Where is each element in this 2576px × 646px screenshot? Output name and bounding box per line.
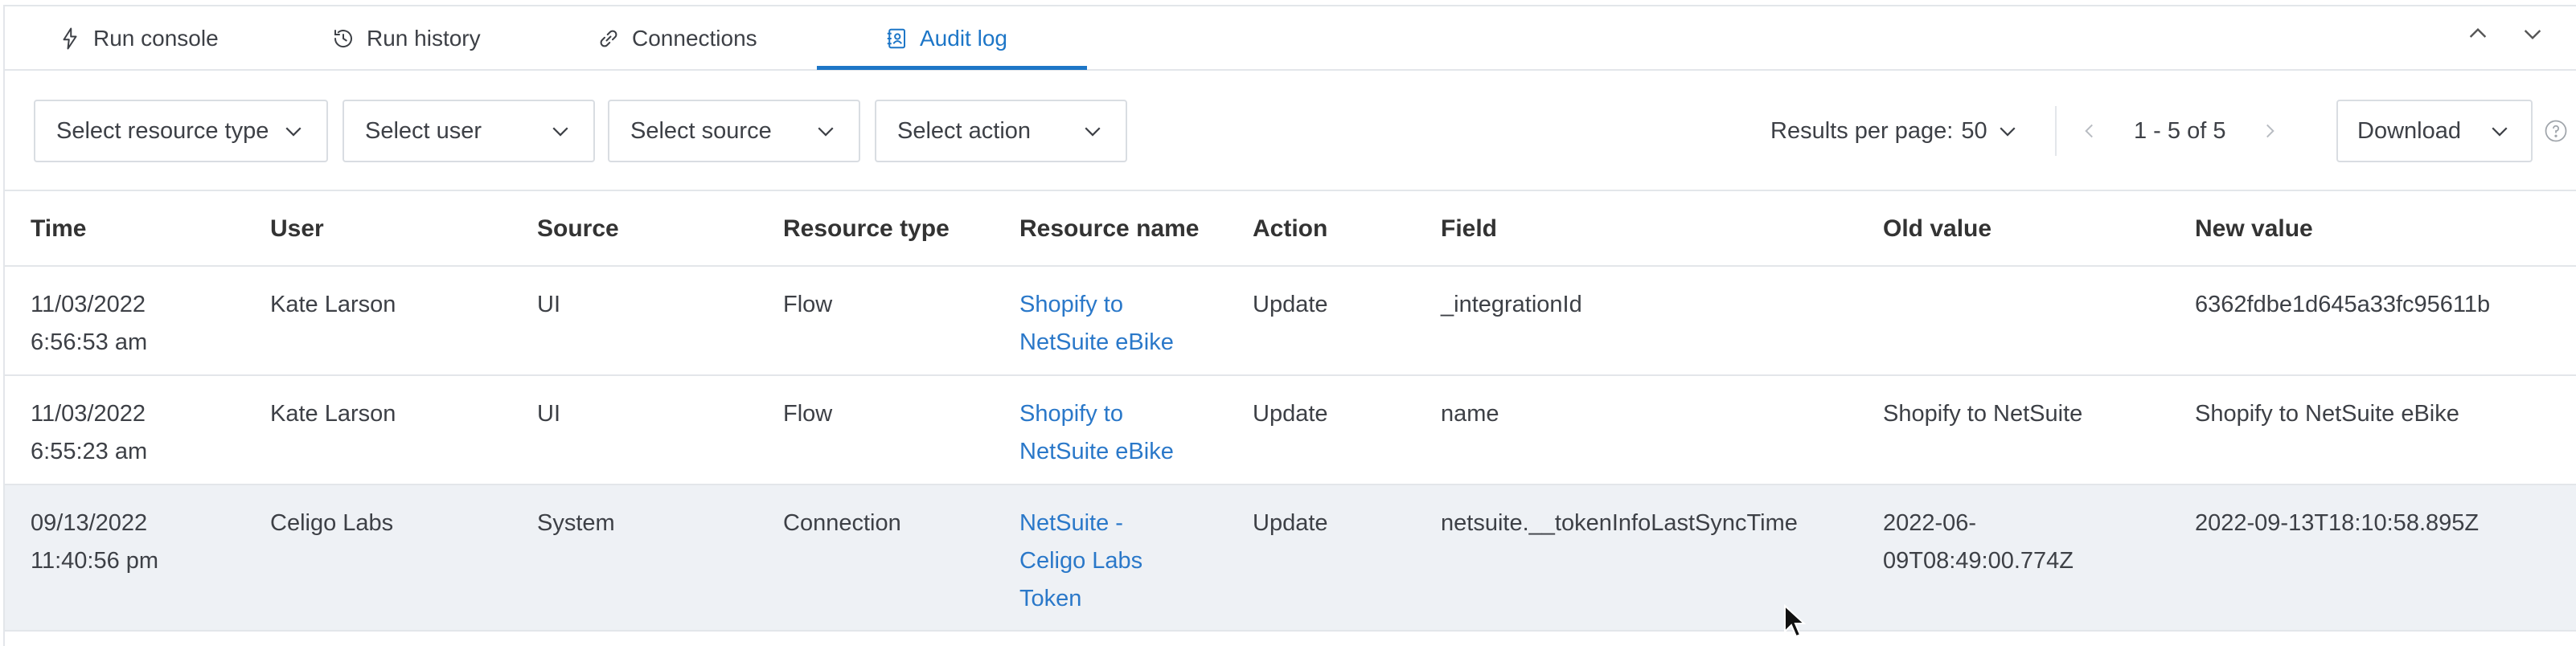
time-cell: 11/03/2022 6:55:23 am — [31, 395, 147, 471]
source-cell: UI — [537, 401, 560, 427]
column-header-new-value[interactable]: New value — [2195, 191, 2313, 267]
tab-label: Run console — [93, 26, 219, 51]
old-value-cell: 2022-06- 09T08:49:00.774Z — [1883, 505, 2074, 580]
resource-name-line: Shopify to — [1019, 401, 1123, 427]
table-row: 11/03/2022 6:55:23 am Kate Larson UI Flo… — [5, 376, 2576, 485]
time-text: 6:56:53 am — [31, 329, 148, 355]
history-icon — [334, 30, 352, 48]
column-header-field[interactable]: Field — [1441, 191, 1497, 267]
old-value-line: 09T08:49:00.774Z — [1883, 548, 2074, 574]
link-icon — [600, 30, 617, 47]
tab-label: Connections — [632, 26, 757, 51]
field-cell: netsuite.__tokenInfoLastSyncTime — [1441, 510, 1798, 536]
resource-name-link[interactable]: Shopify to NetSuite eBike — [1019, 395, 1174, 471]
panel-controls — [2465, 21, 2545, 47]
time-text: 6:55:23 am — [31, 439, 148, 464]
resource-name-link[interactable]: Shopify to NetSuite eBike — [1019, 286, 1174, 362]
tab-run-history[interactable]: Run history — [331, 6, 481, 71]
resource-type-cell: Connection — [783, 510, 901, 536]
column-header-action[interactable]: Action — [1253, 191, 1327, 267]
results-per-page-label: Results per page: — [1770, 117, 1954, 144]
user-cell: Kate Larson — [270, 401, 396, 427]
download-button[interactable]: Download — [2336, 100, 2533, 162]
resource-name-line: NetSuite - — [1019, 510, 1123, 536]
tab-audit-log[interactable]: Audit log — [884, 6, 1007, 71]
table-header: Time User Source Resource type Resource … — [5, 191, 2576, 267]
results-per-page-value: 50 — [1961, 117, 1987, 144]
field-cell: name — [1441, 401, 1499, 427]
field-cell: _integrationId — [1441, 292, 1582, 317]
column-header-resource-name[interactable]: Resource name — [1019, 191, 1199, 267]
time-text: 11:40:56 pm — [31, 548, 159, 574]
action-cell: Update — [1253, 510, 1328, 536]
column-header-source[interactable]: Source — [537, 191, 619, 267]
source-select[interactable]: Select source — [608, 100, 860, 162]
resource-type-select[interactable]: Select resource type — [34, 100, 328, 162]
tab-run-console[interactable]: Run console — [58, 6, 219, 71]
time-cell: 09/13/2022 11:40:56 pm — [31, 505, 158, 580]
select-label: Select source — [630, 117, 772, 144]
resource-name-line: Shopify to — [1019, 292, 1123, 317]
select-label: Select user — [365, 117, 482, 144]
date-text: 11/03/2022 — [31, 401, 146, 427]
chevron-up-icon[interactable] — [2465, 21, 2491, 47]
chevron-down-icon — [2000, 127, 2016, 137]
select-label: Select resource type — [56, 117, 269, 144]
filter-toolbar: Select resource type Select user Select … — [5, 71, 2576, 191]
new-value-cell: Shopify to NetSuite eBike — [2195, 401, 2459, 427]
date-text: 11/03/2022 — [31, 292, 146, 317]
download-label: Download — [2357, 117, 2461, 144]
mouse-cursor-icon — [1784, 604, 1806, 638]
table-row: 09/13/2022 11:40:56 pm Celigo Labs Syste… — [5, 485, 2576, 632]
tab-bar: Run console Run history Connections Audi… — [5, 6, 2576, 71]
bolt-icon — [63, 27, 77, 50]
chevron-down-icon — [2492, 127, 2508, 137]
resource-type-cell: Flow — [783, 292, 833, 317]
source-cell: UI — [537, 292, 560, 317]
date-text: 09/13/2022 — [31, 510, 148, 536]
audit-icon — [887, 28, 905, 49]
divider — [2055, 106, 2057, 156]
active-tab-indicator — [817, 66, 1087, 70]
column-header-old-value[interactable]: Old value — [1883, 191, 1991, 267]
help-icon[interactable] — [2544, 119, 2568, 143]
chevron-right-icon[interactable] — [2259, 121, 2280, 141]
chevron-left-icon[interactable] — [2079, 121, 2100, 141]
chevron-down-icon[interactable] — [2520, 21, 2545, 47]
pagination-range: 1 - 5 of 5 — [2134, 117, 2226, 144]
action-cell: Update — [1253, 292, 1328, 317]
tab-label: Audit log — [920, 26, 1007, 51]
resource-type-cell: Flow — [783, 401, 833, 427]
time-cell: 11/03/2022 6:56:53 am — [31, 286, 147, 362]
select-label: Select action — [897, 117, 1032, 144]
column-header-user[interactable]: User — [270, 191, 324, 267]
action-cell: Update — [1253, 401, 1328, 427]
column-header-resource-type[interactable]: Resource type — [783, 191, 950, 267]
new-value-cell: 6362fdbe1d645a33fc95611b — [2195, 292, 2491, 317]
source-cell: System — [537, 510, 615, 536]
new-value-cell: 2022-09-13T18:10:58.895Z — [2195, 510, 2480, 536]
resource-name-link[interactable]: NetSuite - Celigo Labs Token — [1019, 505, 1142, 618]
table-row: 11/03/2022 6:56:53 am Kate Larson UI Flo… — [5, 267, 2576, 376]
old-value-line: 2022-06- — [1883, 510, 1977, 536]
chevron-down-icon — [285, 127, 301, 137]
tab-label: Run history — [367, 26, 481, 51]
pagination: 1 - 5 of 5 — [2079, 100, 2280, 162]
user-cell: Kate Larson — [270, 292, 396, 317]
tab-connections[interactable]: Connections — [597, 6, 757, 71]
action-select[interactable]: Select action — [875, 100, 1127, 162]
column-header-time[interactable]: Time — [31, 191, 86, 267]
user-cell: Celigo Labs — [270, 510, 394, 536]
resource-name-line: NetSuite eBike — [1019, 439, 1174, 464]
resource-name-line: NetSuite eBike — [1019, 329, 1174, 355]
chevron-down-icon — [818, 127, 834, 137]
chevron-down-icon — [1085, 127, 1101, 137]
resource-name-line: Token — [1019, 586, 1082, 611]
user-select[interactable]: Select user — [343, 100, 595, 162]
chevron-down-icon — [552, 127, 568, 137]
results-per-page[interactable]: Results per page: 50 — [1770, 100, 2020, 162]
audit-log-panel: Run console Run history Connections Audi… — [3, 5, 2576, 646]
resource-name-line: Celigo Labs — [1019, 548, 1143, 574]
old-value-cell: Shopify to NetSuite — [1883, 401, 2083, 427]
